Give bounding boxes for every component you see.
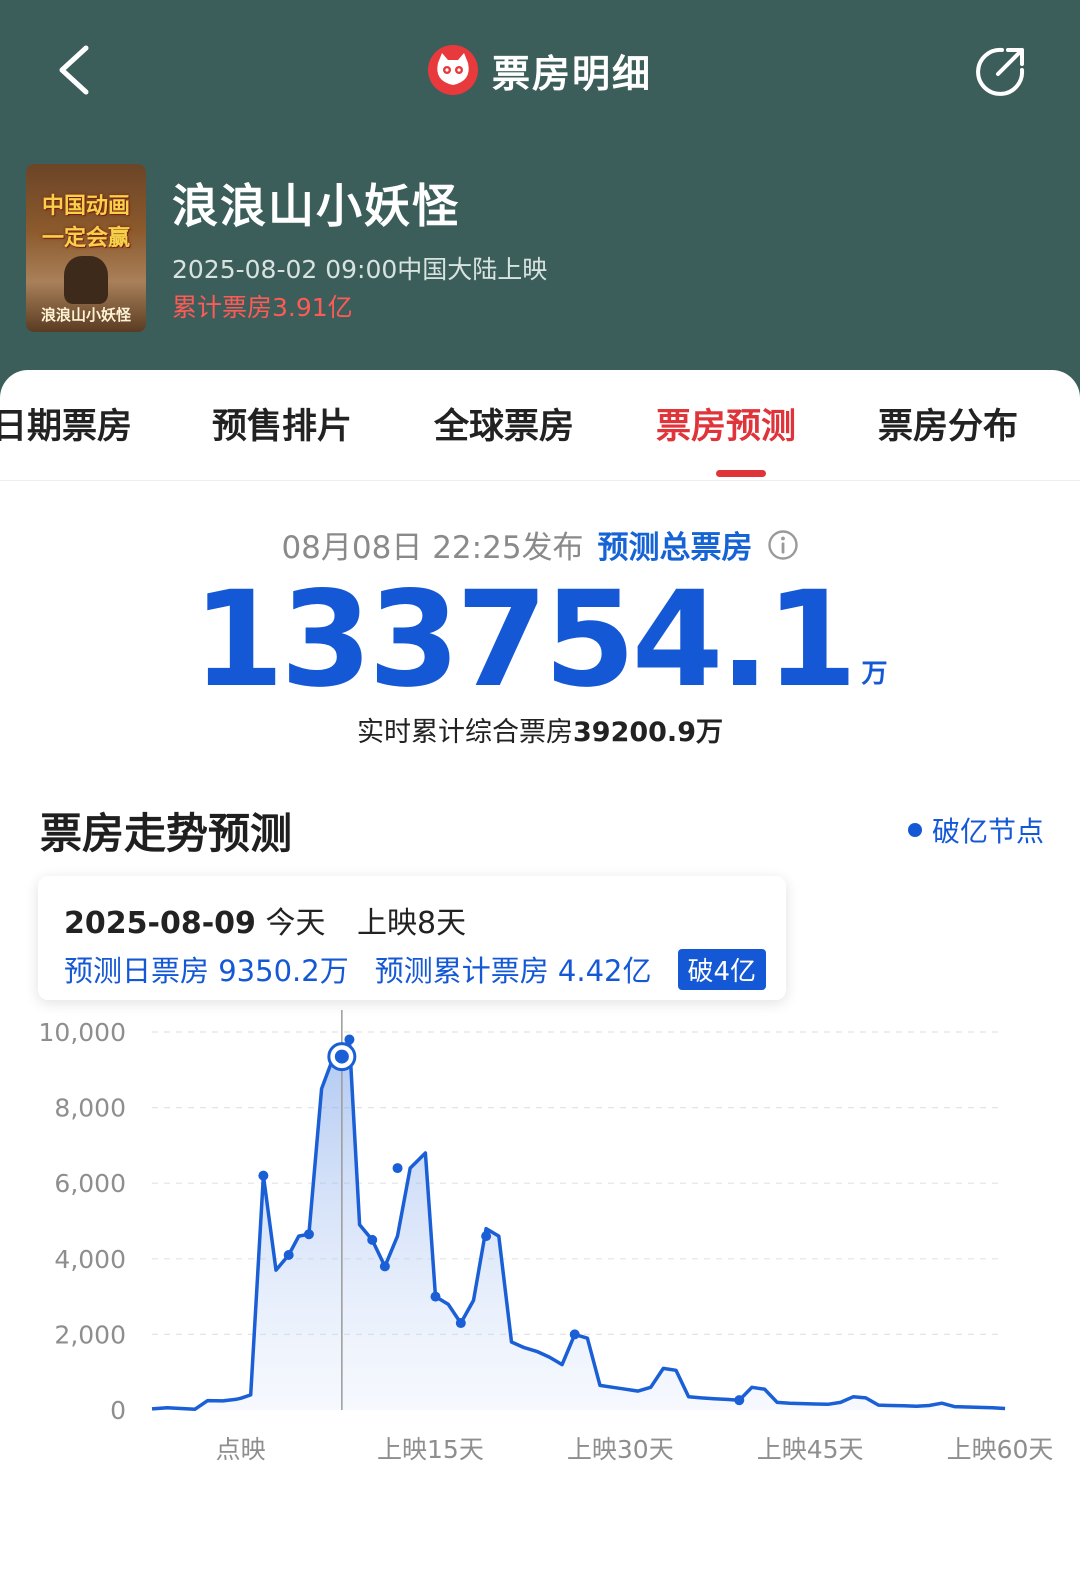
chart-tooltip: 2025-08-09 今天 上映8天 预测日票房 9350.2万 预测累计票房 … [38, 876, 786, 1000]
data-point-marker[interactable] [283, 1250, 294, 1261]
legend-dot [908, 823, 922, 837]
release-info: 2025-08-02 09:00中国大陆上映 [172, 255, 548, 284]
data-point-marker[interactable] [392, 1163, 403, 1174]
share-icon [976, 47, 1025, 96]
header-title-group: 票房明细 [0, 40, 1080, 100]
data-point-marker[interactable] [367, 1234, 378, 1245]
tooltip-days-since: 上映8天 [357, 906, 467, 941]
legend-label: 破亿节点 [932, 815, 1045, 848]
x-tick-label: 上映60天 [947, 1435, 1054, 1464]
poster-text-middle: 一定会赢 [41, 225, 130, 251]
data-point-marker[interactable] [734, 1395, 745, 1406]
tooltip-cumulative-forecast: 预测累计票房 4.42亿 [374, 954, 652, 988]
movie-poster[interactable]: 中国动画 一定会赢 浪浪山小妖怪 [26, 164, 146, 332]
forecast-total-value: 133754.1 [192, 563, 857, 717]
poster-character [64, 256, 108, 304]
active-tab-indicator [716, 470, 766, 477]
box-office-trend-chart[interactable]: 0 2,000 4,000 6,000 8,000 10,000 点映 上映15天 上映30天… [0, 1010, 1080, 1480]
legend-breakthrough[interactable]: 破亿节点 [908, 810, 1044, 850]
data-point-marker[interactable] [303, 1229, 314, 1240]
realtime-label: 实时累计综合票房 [357, 717, 573, 748]
y-tick-label: 6,000 [54, 1169, 126, 1198]
poster-text-top: 中国动画 [41, 193, 130, 219]
highlighted-point [334, 1049, 349, 1064]
forecast-total-unit: 万 [861, 659, 888, 689]
tab-global-box-office[interactable]: 全球票房 [434, 398, 574, 449]
tooltip-daily-forecast: 预测日票房 9350.2万 [64, 954, 349, 988]
tooltip-date: 2025-08-09 [64, 906, 256, 941]
data-point-marker[interactable] [455, 1318, 466, 1329]
forecast-total: 133754.1 万 [0, 563, 1080, 717]
movie-title: 浪浪山小妖怪 [172, 179, 460, 233]
y-tick-label: 8,000 [54, 1094, 126, 1123]
tab-bar: 日期票房 预售排片 全球票房 票房预测 票房分布 [0, 398, 1080, 478]
y-tick-label: 0 [110, 1396, 126, 1425]
forecast-total-label: 预测总票房 [597, 530, 753, 566]
info-icon[interactable] [767, 529, 799, 561]
realtime-box-office: 实时累计综合票房39200.9万 [0, 710, 1080, 749]
x-tick-label: 上映30天 [567, 1435, 674, 1464]
x-tick-label: 上映15天 [377, 1435, 484, 1464]
y-tick-label: 4,000 [54, 1245, 126, 1274]
published-time: 08月08日 22:25发布 [281, 530, 584, 566]
data-point-marker[interactable] [430, 1291, 441, 1302]
y-tick-label: 10,000 [39, 1018, 126, 1047]
cumulative-box-office: 累计票房3.91亿 [172, 293, 353, 322]
tab-box-office-forecast[interactable]: 票房预测 [656, 398, 796, 449]
tab-box-office-distribution[interactable]: 票房分布 [878, 398, 1018, 449]
tooltip-details: 预测日票房 9350.2万 预测累计票房 4.42亿 破4亿 [64, 948, 767, 990]
tab-presale-schedule[interactable]: 预售排片 [212, 398, 352, 449]
tab-daily-box-office[interactable]: 日期票房 [0, 398, 132, 449]
area-fill [152, 1039, 1006, 1410]
forecast-header: 08月08日 22:25发布 预测总票房 [0, 522, 1080, 567]
x-tick-label: 上映45天 [757, 1435, 864, 1464]
data-point-marker[interactable] [481, 1231, 492, 1242]
tooltip-header: 2025-08-09 今天 上映8天 [64, 898, 466, 942]
tooltip-badge: 破4亿 [677, 948, 767, 990]
tooltip-day-label: 今天 [265, 906, 326, 941]
cat-logo-icon [427, 45, 478, 95]
data-point-marker[interactable] [379, 1261, 390, 1272]
realtime-value: 39200.9万 [573, 717, 723, 748]
poster-text-bottom: 浪浪山小妖怪 [40, 306, 131, 324]
data-point-marker[interactable] [569, 1329, 580, 1340]
tab-divider [0, 480, 1080, 481]
trend-section-title: 票房走势预测 [40, 809, 293, 858]
x-tick-label: 点映 [216, 1435, 266, 1464]
y-tick-label: 2,000 [54, 1320, 126, 1349]
data-point-marker[interactable] [258, 1170, 269, 1181]
share-button[interactable] [972, 44, 1028, 100]
page-title: 票房明细 [491, 51, 652, 96]
